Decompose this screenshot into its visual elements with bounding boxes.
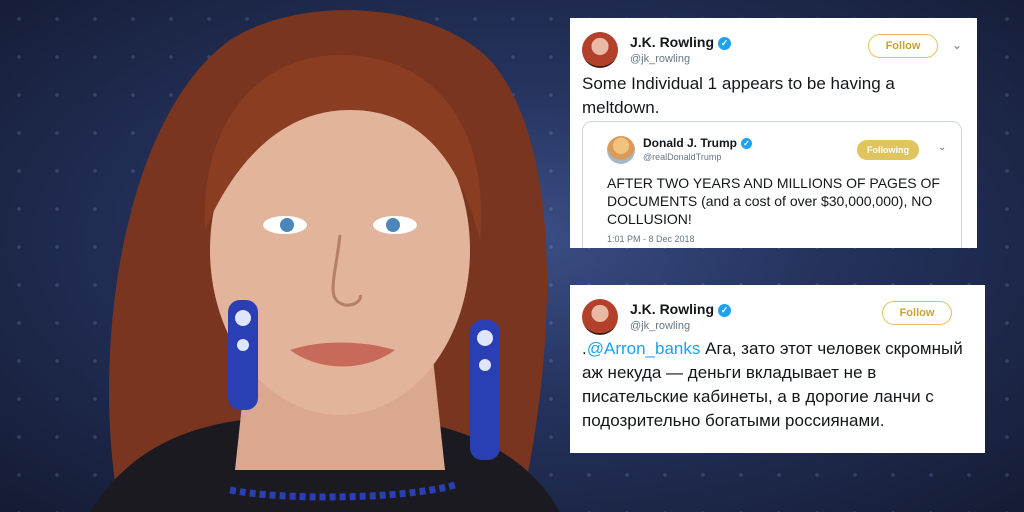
- quoted-tweet-text: AFTER TWO YEARS AND MILLIONS OF PAGES OF…: [607, 175, 940, 227]
- following-button[interactable]: Following: [857, 140, 919, 160]
- follow-button[interactable]: Follow: [868, 34, 938, 58]
- author-name[interactable]: J.K. Rowling: [630, 301, 714, 317]
- author-handle[interactable]: @jk_rowling: [630, 53, 690, 65]
- verified-badge-icon: ✓: [718, 303, 731, 317]
- left-earring: [228, 300, 258, 410]
- quoted-tweet[interactable]: Donald J. Trump ✓ @realDonaldTrump Follow…: [582, 121, 962, 248]
- tweet-card-rowling-1: J.K. Rowling ✓ @jk_rowling Follow ⌄ Some …: [570, 18, 977, 248]
- author-name[interactable]: J.K. Rowling: [630, 34, 714, 50]
- chevron-down-icon[interactable]: ⌄: [952, 38, 962, 52]
- quoted-author-name-row: Donald J. Trump ✓: [643, 136, 753, 150]
- author-name-row: J.K. Rowling ✓: [630, 301, 731, 317]
- quoted-timestamp[interactable]: 1:01 PM - 8 Dec 2018: [607, 234, 695, 244]
- quoted-author-name[interactable]: Donald J. Trump: [643, 136, 737, 150]
- author-name-row: J.K. Rowling ✓: [630, 34, 731, 50]
- verified-badge-icon: ✓: [718, 36, 731, 50]
- portrait-photo: [90, 10, 560, 512]
- avatar[interactable]: [582, 32, 618, 68]
- tweet-text: Some Individual 1 appears to be having a…: [582, 74, 895, 117]
- tweet-header: J.K. Rowling ✓ @jk_rowling Follow: [582, 295, 973, 339]
- verified-badge-icon: ✓: [741, 138, 753, 150]
- mention-link[interactable]: @Arron_banks: [587, 339, 701, 358]
- author-handle[interactable]: @jk_rowling: [630, 320, 690, 332]
- tweet-header: J.K. Rowling ✓ @jk_rowling Follow ⌄: [582, 28, 965, 72]
- avatar[interactable]: [607, 136, 635, 164]
- avatar[interactable]: [582, 299, 618, 335]
- right-earring: [470, 320, 500, 460]
- tweet-text: .@Arron_banks Ага, зато этот человек скр…: [582, 337, 977, 433]
- tweet-card-rowling-2: J.K. Rowling ✓ @jk_rowling Follow .@Arron…: [570, 285, 985, 453]
- quoted-author-handle[interactable]: @realDonaldTrump: [643, 152, 721, 162]
- chevron-down-icon[interactable]: ⌄: [938, 142, 946, 153]
- follow-button[interactable]: Follow: [882, 301, 952, 325]
